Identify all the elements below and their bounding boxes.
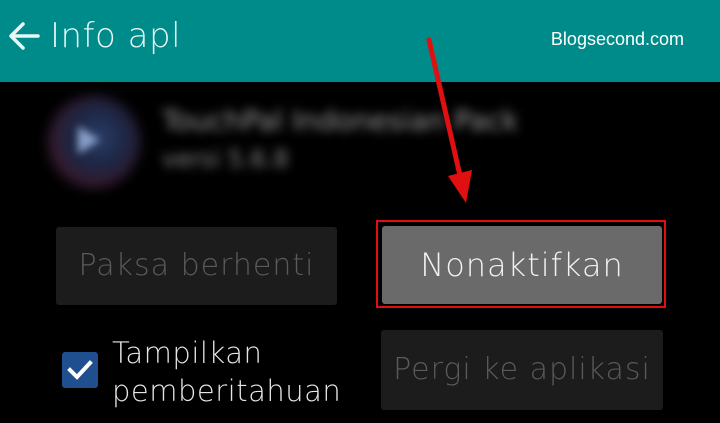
disable-button[interactable]: Nonaktifkan (382, 226, 662, 304)
force-stop-button[interactable]: Paksa berhenti (56, 227, 337, 305)
notify-label-line2: pemberitahuan (112, 374, 342, 408)
app-name: TouchPal Indonesian Pack (162, 104, 519, 137)
show-notifications-checkbox[interactable] (62, 352, 98, 388)
watermark-text: Blogsecond.com (550, 29, 684, 49)
notify-label-line1: Tampilkan (112, 336, 263, 370)
checkmark-icon (67, 360, 93, 380)
page-title: Info apl (50, 16, 182, 56)
go-to-app-button[interactable]: Pergi ke aplikasi (381, 330, 663, 410)
app-version: versi 5.6.8 (162, 145, 289, 173)
arrow-left-icon[interactable] (6, 18, 42, 54)
app-bar: Info apl Blogsecond.com (0, 0, 720, 82)
app-header-row: TouchPal Indonesian Pack versi 5.6.8 (40, 92, 560, 192)
play-icon (78, 126, 100, 154)
show-notifications-label: Tampilkan pemberitahuan (112, 334, 341, 410)
